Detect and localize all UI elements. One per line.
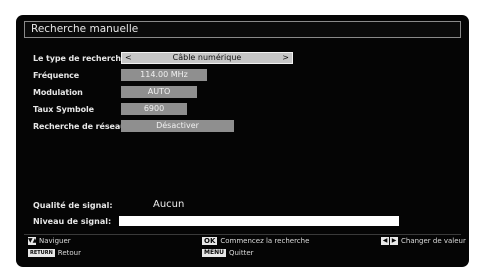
down-up-arrows-icon: ▼▲ [28, 237, 38, 245]
frequency-field[interactable]: 114.00 MHz [121, 69, 207, 81]
modulation-label: Modulation [33, 88, 83, 97]
network-search-field[interactable]: Désactiver [121, 120, 234, 132]
search-type-selector[interactable]: < Câble numérique > [121, 52, 293, 64]
signal-level-bar [119, 216, 399, 226]
network-search-value: Désactiver [156, 121, 199, 130]
menu-key-icon: MENU [202, 249, 226, 257]
chevron-left-icon[interactable]: < [125, 53, 132, 63]
hint-exit: MENU Quitter [202, 249, 254, 257]
symbol-rate-field[interactable]: 6900 [121, 103, 187, 115]
dialog-title-bar: Recherche manuelle [24, 21, 461, 38]
hint-start-search: OK Commencez la recherche [202, 237, 309, 245]
return-key-icon: RETURN [28, 249, 55, 257]
chevron-right-icon[interactable]: > [282, 53, 289, 63]
left-arrow-key-icon: ◀ [381, 237, 389, 245]
modulation-field[interactable]: AUTO [121, 86, 197, 98]
hint-exit-label: Quitter [228, 249, 254, 257]
search-type-label: Le type de recherche [33, 54, 127, 63]
signal-level-label: Niveau de signal: [33, 217, 112, 226]
right-arrow-key-icon: ▶ [390, 237, 398, 245]
symbol-rate-label: Taux Symbole [33, 105, 94, 114]
hint-change-value: ◀ ▶ Changer de valeur [381, 237, 466, 245]
network-search-label: Recherche de réseau [33, 122, 126, 131]
search-type-value: Câble numérique [172, 53, 242, 62]
footer-divider [24, 234, 461, 235]
symbol-rate-value: 6900 [143, 104, 165, 113]
hint-return-label: Retour [57, 249, 81, 257]
hint-navigate-label: Naviguer [39, 237, 71, 245]
ok-key-icon: OK [202, 237, 218, 245]
dialog-title: Recherche manuelle [31, 23, 139, 35]
hint-change-value-label: Changer de valeur [401, 237, 466, 245]
hint-navigate: ▼▲ Naviguer [28, 237, 71, 245]
frequency-label: Fréquence [33, 71, 80, 80]
signal-quality-label: Qualité de signal: [33, 201, 113, 210]
hint-start-search-label: Commencez la recherche [220, 237, 310, 245]
frequency-value: 114.00 MHz [140, 70, 188, 79]
signal-quality-value: Aucun [153, 199, 185, 210]
manual-search-dialog: Recherche manuelle Le type de recherche … [16, 15, 469, 267]
hint-return: RETURN Retour [28, 249, 81, 257]
modulation-value: AUTO [147, 87, 171, 96]
